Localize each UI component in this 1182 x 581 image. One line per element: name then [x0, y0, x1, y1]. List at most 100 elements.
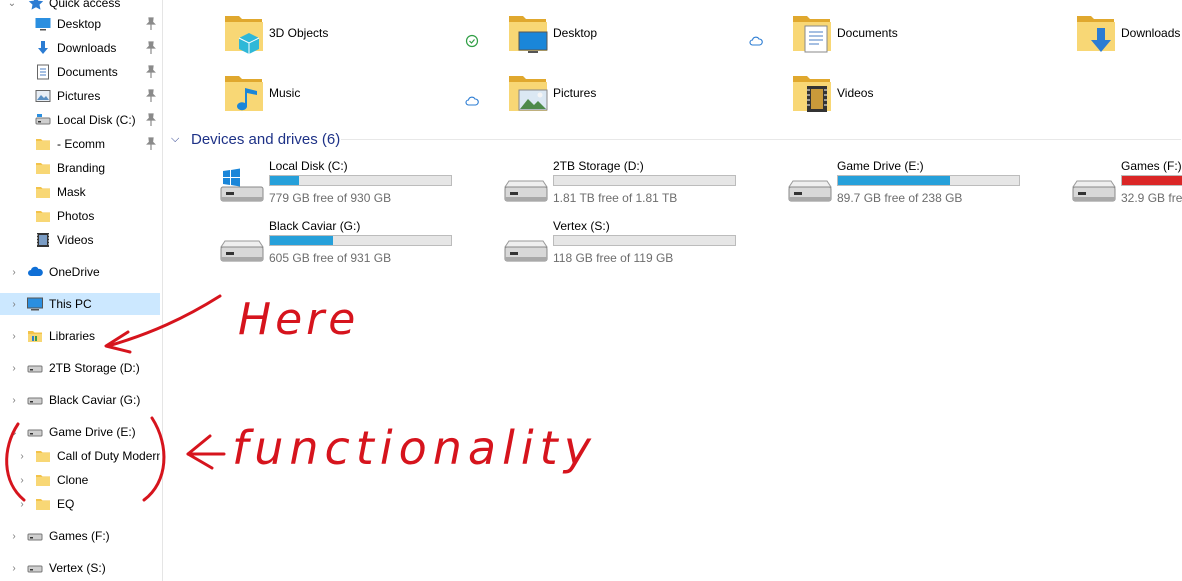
onedrive-icon — [28, 266, 43, 276]
cloud-icon — [465, 96, 479, 106]
drive-vertex-s[interactable]: Vertex (S:) 118 GB free of 119 GB — [503, 219, 783, 273]
drive-icon — [27, 429, 43, 437]
nav-ecomm[interactable]: - Ecomm — [0, 133, 160, 155]
content-pane: 3D Objects Desktop Documents Downloads M… — [163, 0, 1182, 581]
usage-fill — [1122, 176, 1182, 185]
documents-folder-icon — [793, 16, 831, 53]
folder-pictures[interactable]: Pictures — [507, 68, 787, 124]
nav-photos[interactable]: Photos — [0, 205, 160, 227]
section-title: Devices and drives (6) — [191, 130, 341, 148]
drive-black-caviar-g[interactable]: Black Caviar (G:) 605 GB free of 931 GB — [219, 219, 499, 273]
drive-usage-bar — [837, 175, 1020, 186]
chevron-right-icon[interactable]: › — [8, 357, 20, 379]
nav-local-disk-c[interactable]: Local Disk (C:) — [0, 109, 160, 131]
pin-icon[interactable] — [145, 89, 157, 103]
folder-downloads[interactable]: Downloads — [1075, 8, 1182, 64]
nav-label: Game Drive (E:) — [49, 425, 136, 439]
nav-videos[interactable]: Videos — [0, 229, 160, 251]
nav-2tb-storage[interactable]: › 2TB Storage (D:) — [0, 357, 160, 379]
drive-game-drive-e[interactable]: Game Drive (E:) 89.7 GB free of 238 GB — [787, 159, 1067, 213]
drive-free-space: 779 GB free of 930 GB — [269, 191, 392, 205]
nav-game-drive[interactable]: ⌄ Game Drive (E:) — [0, 421, 160, 443]
nav-pictures[interactable]: Pictures — [0, 85, 160, 107]
folder-name: Videos — [837, 86, 874, 100]
pin-icon[interactable] — [145, 137, 157, 151]
nav-quick-access[interactable]: ⌄ Quick access — [0, 0, 160, 14]
nav-desktop[interactable]: Desktop — [0, 13, 160, 35]
folder-3d-objects[interactable]: 3D Objects — [223, 8, 503, 64]
drive-free-space: 118 GB free of 119 GB — [553, 251, 674, 265]
drive-2tb-storage-d[interactable]: 2TB Storage (D:) 1.81 TB free of 1.81 TB — [503, 159, 783, 213]
devices-section-header[interactable]: ⌵ Devices and drives (6) — [171, 130, 340, 148]
chevron-right-icon[interactable]: › — [8, 325, 20, 347]
chevron-right-icon[interactable]: › — [16, 469, 28, 491]
nav-label: Desktop — [57, 17, 102, 31]
drive-icon — [27, 565, 43, 573]
drive-icon — [35, 114, 51, 125]
folder-name: Pictures — [553, 86, 597, 100]
folder-desktop[interactable]: Desktop — [507, 8, 787, 64]
drive-name: Local Disk (C:) — [269, 159, 348, 173]
drive-games-f[interactable]: Games (F:) 32.9 GB free of — [1071, 159, 1182, 213]
nav-label: 2TB Storage (D:) — [49, 361, 140, 375]
chevron-right-icon[interactable]: › — [8, 389, 20, 411]
chevron-right-icon[interactable]: › — [8, 261, 20, 283]
nav-this-pc[interactable]: › This PC — [0, 293, 160, 315]
this-pc-icon — [27, 297, 43, 311]
nav-games-f[interactable]: › Games (F:) — [0, 525, 160, 547]
folder-documents[interactable]: Documents — [791, 8, 1071, 64]
drive-free-space: 1.81 TB free of 1.81 TB — [553, 191, 678, 205]
drive-free-space: 89.7 GB free of 238 GB — [837, 191, 963, 205]
section-divider — [341, 139, 1181, 140]
libraries-icon — [28, 331, 42, 342]
chevron-down-icon[interactable]: ⌵ — [171, 133, 185, 146]
chevron-down-icon[interactable]: ⌄ — [6, 0, 18, 14]
3d-objects-icon — [225, 16, 263, 54]
nav-vertex[interactable]: › Vertex (S:) — [0, 557, 160, 579]
drive-usage-bar — [269, 235, 452, 246]
nav-onedrive[interactable]: › OneDrive — [0, 261, 160, 283]
documents-icon — [37, 64, 49, 80]
folder-videos[interactable]: Videos — [791, 68, 1071, 124]
chevron-right-icon[interactable]: › — [8, 525, 20, 547]
nav-eq[interactable]: › EQ — [0, 493, 160, 515]
star-icon — [28, 0, 44, 10]
chevron-right-icon[interactable]: › — [16, 493, 28, 515]
drive-name: Black Caviar (G:) — [269, 219, 361, 233]
nav-documents[interactable]: Documents — [0, 61, 160, 83]
nav-clone[interactable]: › Clone — [0, 469, 160, 491]
drive-local-disk-c[interactable]: Local Disk (C:) 779 GB free of 930 GB — [219, 159, 499, 213]
nav-label: Libraries — [49, 329, 96, 343]
folder-name: 3D Objects — [269, 26, 329, 40]
folder-icon — [36, 475, 50, 486]
nav-libraries[interactable]: › Libraries — [0, 325, 160, 347]
drive-icon — [1072, 180, 1116, 202]
chevron-right-icon[interactable]: › — [8, 293, 20, 315]
folder-music[interactable]: Music — [223, 68, 503, 124]
nav-label: Mask — [57, 185, 86, 199]
pin-icon[interactable] — [145, 65, 157, 79]
folder-name: Desktop — [553, 26, 598, 40]
chevron-right-icon[interactable]: › — [16, 445, 28, 467]
desktop-folder-icon — [509, 16, 548, 53]
folder-name: Downloads — [1121, 26, 1181, 40]
nav-label: Local Disk (C:) — [57, 113, 136, 127]
nav-label: This PC — [49, 297, 92, 311]
drive-usage-bar — [553, 175, 736, 186]
nav-label: Downloads — [57, 41, 117, 55]
nav-branding[interactable]: Branding — [0, 157, 160, 179]
drive-usage-bar — [1121, 175, 1182, 186]
pin-icon[interactable] — [145, 41, 157, 55]
nav-mask[interactable]: Mask — [0, 181, 160, 203]
nav-call-of-duty[interactable]: › Call of Duty Modern — [0, 445, 160, 467]
nav-label: OneDrive — [49, 265, 100, 279]
chevron-down-icon[interactable]: ⌄ — [8, 421, 20, 443]
drive-free-space: 605 GB free of 931 GB — [269, 251, 392, 265]
nav-downloads[interactable]: Downloads — [0, 37, 160, 59]
pin-icon[interactable] — [145, 17, 157, 31]
chevron-right-icon[interactable]: › — [8, 557, 20, 579]
pictures-folder-icon — [509, 76, 548, 111]
nav-black-caviar[interactable]: › Black Caviar (G:) — [0, 389, 160, 411]
pin-icon[interactable] — [145, 113, 157, 127]
nav-label: Games (F:) — [49, 529, 110, 543]
